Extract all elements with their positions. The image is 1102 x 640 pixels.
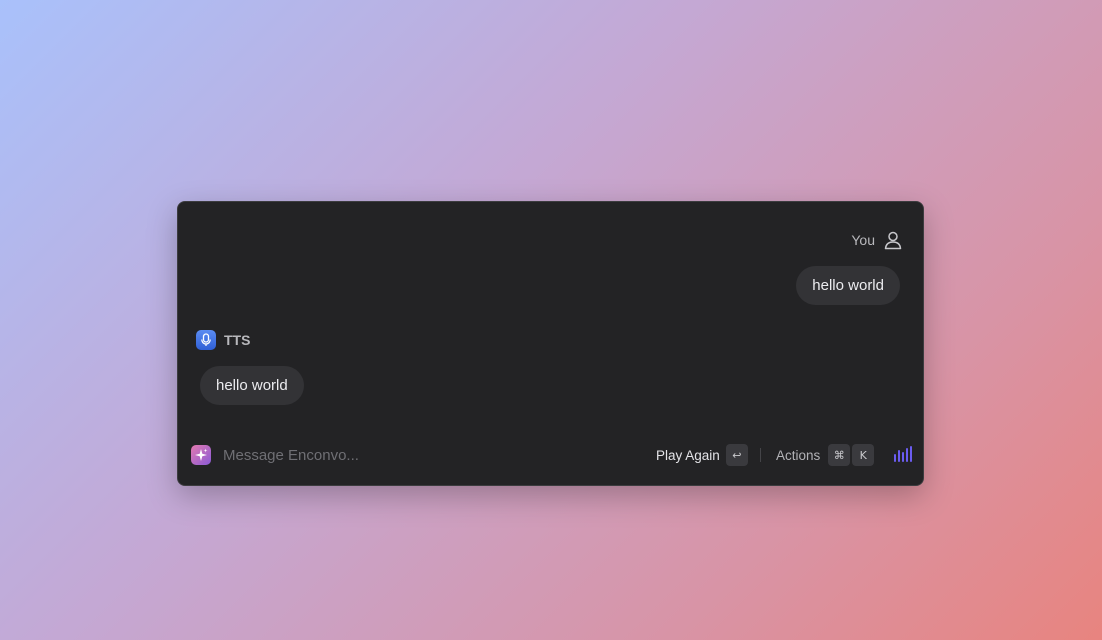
play-again-button[interactable]: Play Again ↩ bbox=[656, 444, 748, 466]
actions-label: Actions bbox=[776, 447, 821, 463]
user-header: You bbox=[851, 230, 903, 250]
message-input[interactable] bbox=[223, 443, 523, 467]
user-message-bubble: hello world bbox=[796, 266, 900, 305]
audio-bars-icon[interactable] bbox=[893, 445, 915, 463]
actions-button[interactable]: Actions ⌘ K bbox=[776, 444, 875, 466]
chat-window: You hello world TTS hello world Play Aga… bbox=[177, 201, 924, 486]
sparkle-icon[interactable] bbox=[191, 445, 211, 465]
assistant-header: TTS bbox=[196, 330, 250, 350]
assistant-message-bubble: hello world bbox=[200, 366, 304, 405]
command-key: ⌘ bbox=[828, 444, 851, 466]
user-name: You bbox=[851, 232, 875, 248]
return-key-icon: ↩ bbox=[725, 444, 748, 466]
toolbar-divider bbox=[760, 448, 761, 462]
person-icon bbox=[883, 230, 903, 250]
assistant-name: TTS bbox=[224, 332, 251, 348]
play-again-label: Play Again bbox=[656, 447, 720, 463]
microphone-icon bbox=[196, 330, 216, 350]
k-key: K bbox=[852, 444, 875, 466]
